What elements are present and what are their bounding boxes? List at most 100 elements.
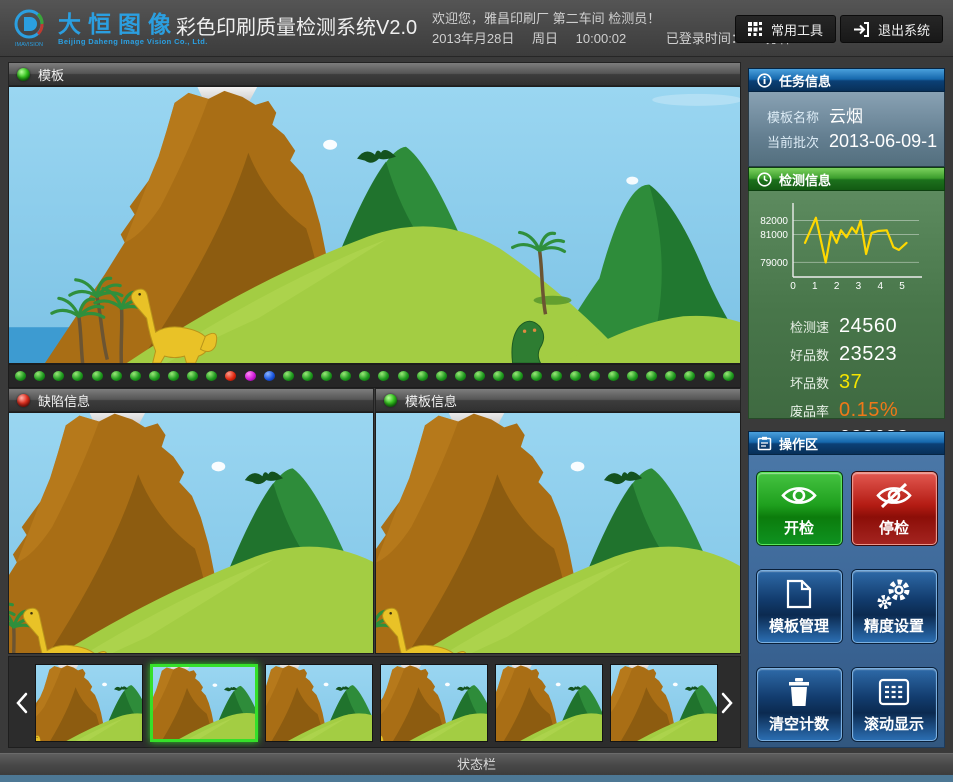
led-dot-green — [92, 371, 103, 381]
led-dot-green — [493, 371, 504, 381]
thumbnail-3[interactable] — [265, 664, 373, 742]
clear-count-label: 清空计数 — [769, 713, 829, 734]
operations-title: 操作区 — [779, 434, 818, 453]
thumbnail-2[interactable] — [150, 664, 258, 742]
common-tools-button[interactable]: 常用工具 — [735, 15, 836, 43]
task-label: 当前批次 — [767, 132, 819, 151]
svg-text:5: 5 — [899, 281, 905, 292]
template-image-viewer — [8, 86, 741, 364]
led-dot-green — [340, 371, 351, 381]
stop-inspection-button[interactable]: 停检 — [852, 472, 937, 545]
thumbnail-1[interactable] — [35, 664, 143, 742]
task-row: 模板名称 云烟 — [767, 102, 944, 127]
task-info-panel: 任务信息 模板名称 云烟 当前批次 2013-06-09-1 — [748, 68, 945, 167]
stat-value: 0.15% — [839, 399, 898, 422]
defect-panel-title: 缺陷信息 — [38, 391, 90, 410]
green-led-icon — [384, 394, 397, 407]
date-text: 2013年月28日 — [432, 31, 514, 46]
status-bar: 状态栏 — [0, 753, 953, 775]
template-manage-button[interactable]: 模板管理 — [757, 570, 842, 643]
header: IMAVISION 大恒图像 Beijing Daheng Image Visi… — [0, 0, 953, 57]
led-dot-green — [627, 371, 638, 381]
led-dot-green — [436, 371, 447, 381]
led-dot-green — [359, 371, 370, 381]
operations-panel: 操作区 开检 停 — [748, 431, 945, 748]
thumbnail-4[interactable] — [380, 664, 488, 742]
detect-info-header: 检测信息 — [748, 167, 945, 191]
led-dot-green — [455, 371, 466, 381]
svg-text:79000: 79000 — [760, 258, 788, 269]
next-thumbnails-button[interactable] — [718, 687, 736, 719]
led-dot-green — [704, 371, 715, 381]
led-dot-green — [168, 371, 179, 381]
stat-value: 23523 — [839, 343, 897, 366]
info-icon — [757, 73, 772, 88]
trash-icon — [785, 676, 813, 708]
svg-text:0: 0 — [790, 281, 796, 292]
stat-row-bad: 坏品数 37 — [757, 368, 944, 396]
svg-text:1: 1 — [812, 281, 818, 292]
svg-text:4: 4 — [877, 281, 883, 292]
clear-count-button[interactable]: 清空计数 — [757, 668, 842, 741]
exit-system-button[interactable]: 退出系统 — [840, 15, 943, 43]
thumbnail-6[interactable] — [610, 664, 718, 742]
template-info-panel-title: 模板信息 — [405, 391, 457, 410]
eye-icon — [781, 480, 817, 512]
led-dot-green — [302, 371, 313, 381]
exit-system-label: 退出系统 — [878, 20, 930, 39]
led-dot-green — [474, 371, 485, 381]
template-panel-title: 模板 — [38, 65, 64, 84]
stat-row-reject-rate: 废品率 0.15% — [757, 396, 944, 424]
led-dot-green — [187, 371, 198, 381]
stat-label: 废品率 — [757, 401, 829, 420]
start-inspection-button[interactable]: 开检 — [757, 472, 842, 545]
trend-chart: 820008100079000012345 — [757, 199, 935, 299]
stat-value: 37 — [839, 371, 862, 394]
led-dot-green — [34, 371, 45, 381]
document-icon — [786, 578, 812, 610]
app-grid-icon — [748, 22, 763, 37]
task-info-title: 任务信息 — [779, 71, 831, 90]
led-dot-green — [551, 371, 562, 381]
template-image — [9, 87, 740, 363]
detect-info-title: 检测信息 — [779, 170, 831, 189]
led-dot-green — [398, 371, 409, 381]
stat-row-speed: 检测速 24560 — [757, 312, 944, 340]
stat-row-good: 好品数 23523 — [757, 340, 944, 368]
logo-mark-icon: IMAVISION — [10, 7, 50, 49]
detect-info-body: 820008100079000012345 检测速 24560 好品数 2352… — [748, 191, 945, 419]
led-dot-green — [570, 371, 581, 381]
stat-label: 检测速 — [757, 317, 829, 336]
clipboard-icon — [757, 436, 772, 451]
precision-settings-button[interactable]: 精度设置 — [852, 570, 937, 643]
clock-icon — [757, 172, 772, 187]
led-dot-green — [608, 371, 619, 381]
led-dots-strip — [8, 364, 741, 388]
svg-text:3: 3 — [856, 281, 862, 292]
led-dot-green — [531, 371, 542, 381]
template-name-value: 云烟 — [829, 102, 863, 127]
filmstrip-thumbs — [35, 664, 718, 742]
template-info-image — [376, 413, 740, 653]
led-dot-green — [321, 371, 332, 381]
scroll-grid-icon — [878, 676, 910, 708]
start-inspection-label: 开检 — [784, 517, 814, 538]
led-dot-green — [283, 371, 294, 381]
weekday-text: 周日 — [532, 31, 558, 46]
operations-header: 操作区 — [748, 431, 945, 455]
prev-thumbnails-button[interactable] — [13, 687, 31, 719]
led-dot-green — [378, 371, 389, 381]
scroll-display-label: 滚动显示 — [864, 713, 924, 734]
led-dot-green — [72, 371, 83, 381]
time-text: 10:00:02 — [576, 31, 627, 46]
svg-text:81000: 81000 — [760, 230, 788, 241]
eye-off-icon — [876, 480, 912, 512]
thumbnail-5[interactable] — [495, 664, 603, 742]
led-dot-green — [723, 371, 734, 381]
current-batch-value: 2013-06-09-1 — [829, 131, 937, 152]
svg-text:82000: 82000 — [760, 216, 788, 227]
filmstrip — [8, 656, 741, 748]
task-info-body: 模板名称 云烟 当前批次 2013-06-09-1 — [748, 92, 945, 167]
led-dot-green — [206, 371, 217, 381]
scroll-display-button[interactable]: 滚动显示 — [852, 668, 937, 741]
